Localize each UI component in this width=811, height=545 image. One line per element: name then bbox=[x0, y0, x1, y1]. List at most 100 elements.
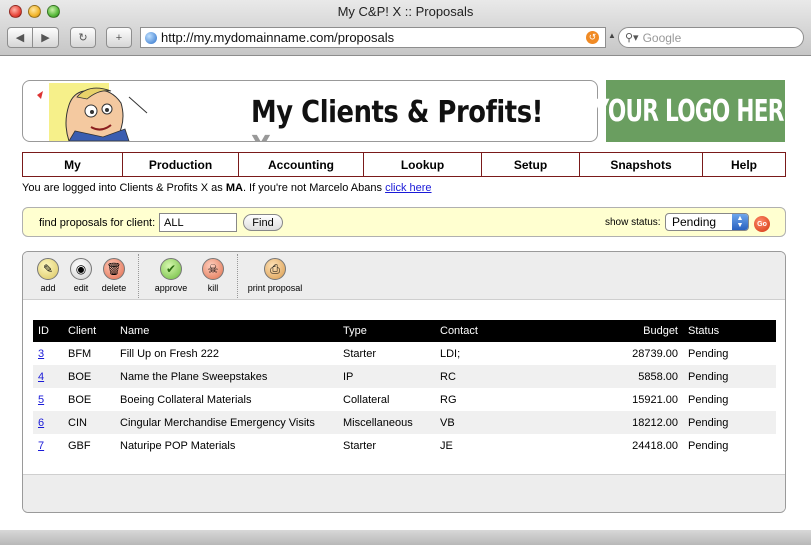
proposal-toolbar: ✎ add ◉ edit 🗑 delete ✔ approve ☠ kill ⎙… bbox=[23, 252, 785, 300]
company-logo: YOUR LOGO HERE bbox=[593, 80, 798, 142]
eye-icon: ◉ bbox=[70, 258, 92, 280]
toolbar-divider bbox=[237, 254, 238, 298]
client-cell: BOE bbox=[63, 365, 115, 388]
column-header-status[interactable]: Status bbox=[683, 320, 776, 342]
app-title-suffix: X bbox=[251, 130, 271, 141]
search-field[interactable]: ⚲▾ Google bbox=[618, 27, 804, 48]
url-dropdown-icon[interactable]: ▲ bbox=[608, 31, 616, 40]
name-cell: Boeing Collateral Materials bbox=[120, 393, 252, 406]
proposal-id-link[interactable]: 4 bbox=[38, 371, 44, 383]
menu-item-snapshots[interactable]: Snapshots bbox=[580, 153, 703, 176]
print-proposal-button[interactable]: ⎙ print proposal bbox=[248, 258, 302, 293]
budget-cell: 5858.00 bbox=[555, 365, 683, 388]
status-cell: Pending bbox=[683, 411, 776, 434]
proposal-id-link[interactable]: 5 bbox=[38, 394, 44, 406]
type-cell: Miscellaneous bbox=[338, 411, 435, 434]
snapback-icon[interactable]: ↺ bbox=[586, 31, 599, 44]
table-row[interactable]: 4 BOE Name the Plane Sweepstakes IP RC 5… bbox=[33, 365, 776, 388]
budget-cell: 24418.00 bbox=[632, 439, 678, 452]
delete-button[interactable]: 🗑 delete bbox=[94, 258, 134, 293]
cartoon-mascot-icon bbox=[37, 83, 148, 141]
table-row[interactable]: 5 BOE Boeing Collateral Materials Collat… bbox=[33, 388, 776, 411]
toolbar-divider bbox=[138, 254, 139, 298]
forward-arrow-icon: ▶ bbox=[41, 32, 50, 44]
budget-cell: 18212.00 bbox=[555, 411, 683, 434]
window-title: My C&P! X :: Proposals bbox=[337, 4, 474, 19]
menu-item-my[interactable]: My bbox=[23, 153, 123, 176]
menu-item-setup[interactable]: Setup bbox=[482, 153, 580, 176]
login-notice: You are logged into Clients & Profits X … bbox=[22, 182, 432, 194]
column-header-budget[interactable]: Budget bbox=[555, 320, 683, 342]
column-header-contact[interactable]: Contact bbox=[435, 320, 555, 342]
add-label: add bbox=[40, 283, 56, 293]
address-bar[interactable]: http://my.mydomainname.com/proposals ↺ bbox=[140, 27, 606, 48]
printer-icon: ⎙ bbox=[264, 258, 286, 280]
budget-cell: 15921.00 bbox=[632, 393, 678, 406]
type-cell: Starter bbox=[343, 439, 377, 452]
column-header-type[interactable]: Type bbox=[338, 320, 435, 342]
menu-item-production[interactable]: Production bbox=[123, 153, 239, 176]
status-filter-label: show status: bbox=[605, 217, 661, 228]
skull-icon: ☠ bbox=[202, 258, 224, 280]
switch-user-link[interactable]: click here bbox=[385, 182, 431, 194]
client-cell: BOE bbox=[68, 393, 92, 406]
client-cell: GBF bbox=[68, 439, 91, 452]
back-arrow-icon: ◀ bbox=[15, 32, 25, 44]
contact-cell: RC bbox=[435, 365, 555, 388]
app-title-main: My Clients & Profits! bbox=[251, 95, 543, 130]
edit-label: edit bbox=[73, 283, 89, 293]
find-button[interactable]: Find bbox=[243, 214, 283, 231]
panel-footer bbox=[23, 474, 785, 512]
reload-button[interactable]: ↻ bbox=[70, 27, 96, 48]
type-cell: Starter bbox=[343, 347, 377, 360]
app-title: My Clients & Profits! X bbox=[251, 95, 549, 141]
proposal-id-link[interactable]: 7 bbox=[38, 440, 44, 452]
login-prefix: You are logged into Clients & Profits X … bbox=[22, 182, 226, 194]
client-search-input[interactable] bbox=[159, 213, 237, 232]
app-banner: My Clients & Profits! X bbox=[22, 80, 598, 142]
trash-icon: 🗑 bbox=[103, 258, 125, 280]
proposals-panel: ✎ add ◉ edit 🗑 delete ✔ approve ☠ kill ⎙… bbox=[22, 251, 786, 513]
column-header-name[interactable]: Name bbox=[115, 320, 338, 342]
kill-button[interactable]: ☠ kill bbox=[193, 258, 233, 293]
delete-label: delete bbox=[101, 283, 127, 293]
approve-button[interactable]: ✔ approve bbox=[151, 258, 191, 293]
contact-cell: JE bbox=[440, 439, 453, 452]
name-cell: Naturipe POP Materials bbox=[120, 439, 236, 452]
checkmark-icon: ✔ bbox=[160, 258, 182, 280]
status-cell: Pending bbox=[688, 393, 729, 406]
column-header-id[interactable]: ID bbox=[33, 320, 63, 342]
table-row[interactable]: 3 BFM Fill Up on Fresh 222 Starter LDI; … bbox=[33, 342, 776, 365]
menu-item-help[interactable]: Help bbox=[703, 153, 785, 176]
site-globe-icon bbox=[145, 31, 157, 44]
login-middle: . If you're not Marcelo Abans bbox=[242, 182, 386, 194]
table-header-row: ID Client Name Type Contact Budget Statu… bbox=[33, 320, 776, 342]
column-header-client[interactable]: Client bbox=[63, 320, 115, 342]
forward-button[interactable]: ▶ bbox=[33, 27, 59, 48]
window-bottom-edge bbox=[0, 530, 811, 545]
name-cell: Cingular Merchandise Emergency Visits bbox=[115, 411, 338, 434]
proposal-id-link[interactable]: 6 bbox=[38, 417, 44, 429]
menu-item-lookup[interactable]: Lookup bbox=[364, 153, 482, 176]
status-filter-select[interactable]: Pending ▲ ▼ bbox=[665, 213, 749, 231]
client-cell: CIN bbox=[63, 411, 115, 434]
pencil-icon: ✎ bbox=[37, 258, 59, 280]
back-button[interactable]: ◀ bbox=[7, 27, 33, 48]
login-user: MA bbox=[225, 182, 243, 194]
add-bookmark-button[interactable]: + bbox=[106, 27, 132, 48]
table-row[interactable]: 7 GBF Naturipe POP Materials Starter JE … bbox=[33, 434, 776, 457]
name-cell: Name the Plane Sweepstakes bbox=[115, 365, 338, 388]
status-filter-value: Pending bbox=[672, 215, 717, 229]
proposal-id-link[interactable]: 3 bbox=[38, 348, 44, 360]
menu-item-accounting[interactable]: Accounting bbox=[239, 153, 364, 176]
name-cell: Fill Up on Fresh 222 bbox=[120, 347, 220, 360]
find-proposals-bar: find proposals for client: Find show sta… bbox=[22, 207, 786, 237]
table-row[interactable]: 6 CIN Cingular Merchandise Emergency Vis… bbox=[33, 411, 776, 434]
status-cell: Pending bbox=[688, 439, 729, 452]
go-button[interactable]: Go bbox=[754, 216, 770, 232]
contact-cell: RG bbox=[440, 393, 457, 406]
plus-icon: + bbox=[115, 31, 123, 44]
select-arrows-icon: ▲ ▼ bbox=[732, 214, 748, 230]
status-cell: Pending bbox=[688, 347, 729, 360]
url-text[interactable]: http://my.mydomainname.com/proposals bbox=[161, 30, 586, 45]
